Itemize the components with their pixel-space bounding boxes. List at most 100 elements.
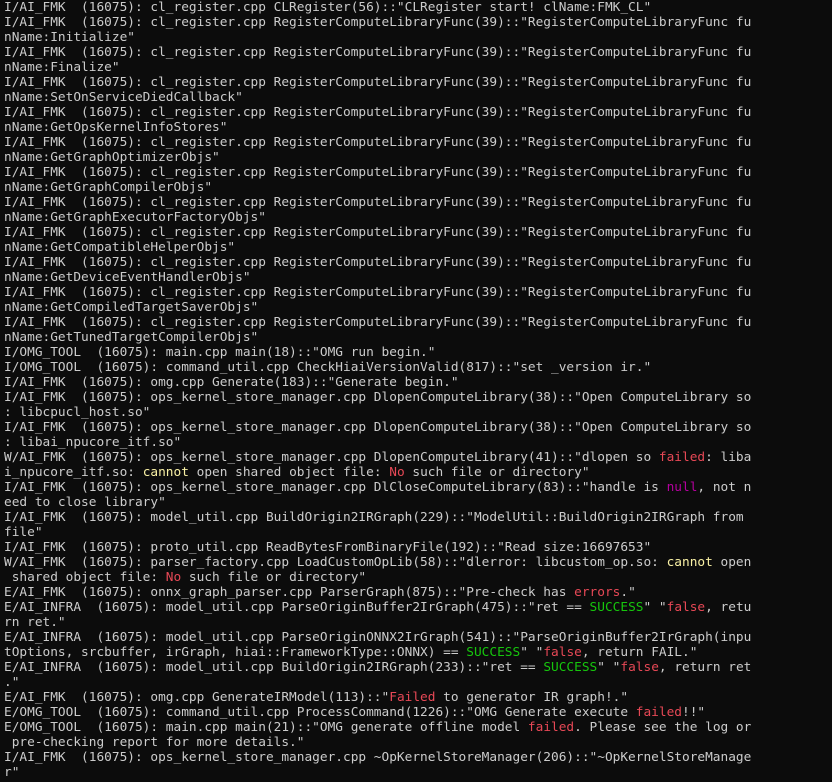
log-text: I/AI_FMK (16075): cl_register.cpp Regist… [4,255,752,270]
log-line: I/AI_FMK (16075): cl_register.cpp Regist… [4,315,832,330]
log-line: I/AI_FMK (16075): cl_register.cpp CLRegi… [4,0,832,15]
log-line: I/AI_FMK (16075): cl_register.cpp Regist… [4,225,832,240]
log-line: : libai_npucore_itf.so" [4,435,832,450]
log-line: nName:Finalize" [4,60,832,75]
log-line: I/AI_FMK (16075): cl_register.cpp Regist… [4,105,832,120]
log-line: W/AI_FMK (16075): parser_factory.cpp Loa… [4,555,832,570]
log-highlight-red: No [389,465,405,480]
log-line: I/AI_FMK (16075): cl_register.cpp Regist… [4,255,832,270]
log-line: E/OMG_TOOL (16075): command_util.cpp Pro… [4,705,832,720]
log-line: E/AI_FMK (16075): omg.cpp GenerateIRMode… [4,690,832,705]
log-text: eed to close library" [4,495,166,510]
log-line: I/AI_FMK (16075): ops_kernel_store_manag… [4,390,832,405]
log-text: I/AI_FMK (16075): cl_register.cpp Regist… [4,315,752,330]
log-text: to generator IR graph!." [435,690,629,705]
log-line: shared object file: No such file or dire… [4,570,832,585]
log-text: r" [4,765,20,780]
log-line: file" [4,525,832,540]
log-line: I/AI_FMK (16075): cl_register.cpp Regist… [4,135,832,150]
log-text: I/AI_FMK (16075): cl_register.cpp Regist… [4,15,752,30]
log-text: E/AI_FMK (16075): omg.cpp GenerateIRMode… [4,690,390,705]
log-text: E/AI_INFRA (16075): model_util.cpp Parse… [4,600,590,615]
log-line: E/AI_INFRA (16075): model_util.cpp Build… [4,660,832,675]
log-highlight-red: Failed [389,690,436,705]
log-text: I/AI_FMK (16075): proto_util.cpp ReadByt… [4,540,652,555]
log-line: I/OMG_TOOL (16075): main.cpp main(18)::"… [4,345,832,360]
log-text: " " [597,660,621,675]
log-text: , return ret [658,660,752,675]
log-line: I/AI_FMK (16075): cl_register.cpp Regist… [4,45,832,60]
log-text: , return FAIL." [581,645,698,660]
log-highlight-green: SUCCESS [466,645,521,660]
log-text: such file or directory" [404,465,590,480]
log-line: : libcpucl_host.so" [4,405,832,420]
log-line: r" [4,765,832,780]
log-line: nName:SetOnServiceDiedCallback" [4,90,832,105]
log-line: I/AI_FMK (16075): model_util.cpp BuildOr… [4,510,832,525]
log-line: I/AI_FMK (16075): cl_register.cpp Regist… [4,165,832,180]
log-text: I/AI_FMK (16075): cl_register.cpp Regist… [4,105,752,120]
log-text: I/AI_FMK (16075): cl_register.cpp Regist… [4,225,752,240]
log-line: I/AI_FMK (16075): omg.cpp Generate(183):… [4,375,832,390]
log-text: nName:GetGraphExecutorFactoryObjs" [4,210,266,225]
log-text: I/AI_FMK (16075): cl_register.cpp Regist… [4,195,752,210]
log-text: I/AI_FMK (16075): ops_kernel_store_manag… [4,390,752,405]
log-line: nName:GetDeviceEventHandlerObjs" [4,270,832,285]
log-line: W/AI_FMK (16075): ops_kernel_store_manag… [4,450,832,465]
log-text: file" [4,525,43,540]
log-highlight-green: SUCCESS [543,660,598,675]
log-line: I/AI_FMK (16075): ops_kernel_store_manag… [4,420,832,435]
log-text: I/AI_FMK (16075): cl_register.cpp Regist… [4,45,752,60]
log-highlight-yellow: cannot [142,465,189,480]
log-text: E/OMG_TOOL (16075): command_util.cpp Pro… [4,705,636,720]
log-line: I/AI_FMK (16075): cl_register.cpp Regist… [4,15,832,30]
log-text: I/AI_FMK (16075): cl_register.cpp Regist… [4,285,752,300]
log-text: I/OMG_TOOL (16075): command_util.cpp Che… [4,360,652,375]
log-line: I/AI_FMK (16075): ops_kernel_store_manag… [4,480,832,495]
log-text: W/AI_FMK (16075): ops_kernel_store_manag… [4,450,659,465]
log-line: i_npucore_itf.so: cannot open shared obj… [4,465,832,480]
log-text: E/AI_INFRA (16075): model_util.cpp Parse… [4,630,752,645]
terminal-output[interactable]: I/AI_FMK (16075): cl_register.cpp CLRegi… [0,0,832,782]
log-line: nName:GetOpsKernelInfoStores" [4,120,832,135]
log-text: , not n [697,480,752,495]
log-highlight-red: false [666,600,706,615]
log-text: I/AI_FMK (16075): cl_register.cpp CLRegi… [4,0,652,15]
log-highlight-red: No [165,570,182,585]
log-line: eed to close library" [4,495,832,510]
log-text: !!" [682,705,706,720]
log-line: nName:GetTunedTargetCompilerObjs" [4,330,832,345]
log-text: I/AI_FMK (16075): cl_register.cpp Regist… [4,135,752,150]
log-text: shared object file: [4,570,166,585]
log-line: nName:GetGraphCompilerObjs" [4,180,832,195]
log-text: nName:SetOnServiceDiedCallback" [4,90,243,105]
log-highlight-red: failed [635,705,682,720]
log-text: " " [520,645,544,660]
log-text: I/AI_FMK (16075): model_util.cpp BuildOr… [4,510,744,525]
log-text: : liba [705,450,752,465]
log-text: I/AI_FMK (16075): ops_kernel_store_manag… [4,420,752,435]
log-line: E/AI_INFRA (16075): model_util.cpp Parse… [4,600,832,615]
log-line: tOptions, srcbuffer, irGraph, hiai::Fram… [4,645,832,660]
log-line: I/AI_FMK (16075): cl_register.cpp Regist… [4,195,832,210]
log-text: such file or directory" [181,570,367,585]
log-line: nName:GetCompiledTargetSaverObjs" [4,300,832,315]
log-line: nName:GetCompatibleHelperObjs" [4,240,832,255]
log-line: I/AI_FMK (16075): cl_register.cpp Regist… [4,75,832,90]
log-line: nName:GetGraphOptimizerObjs" [4,150,832,165]
log-text: open shared object file: [188,465,390,480]
log-text: : libai_npucore_itf.so" [4,435,182,450]
log-text: pre-checking report for more details." [4,735,305,750]
log-line: E/AI_FMK (16075): onnx_graph_parser.cpp … [4,585,832,600]
log-text: I/AI_FMK (16075): ops_kernel_store_manag… [4,750,752,765]
log-line: nName:Initialize" [4,30,832,45]
log-line: ." [4,675,832,690]
log-text: I/OMG_TOOL (16075): main.cpp main(18)::"… [4,345,436,360]
log-highlight-red: failed [658,450,706,465]
log-text: nName:Finalize" [4,60,120,75]
log-text: nName:GetTunedTargetCompilerObjs" [4,330,259,345]
log-text: tOptions, srcbuffer, irGraph, hiai::Fram… [4,645,467,660]
log-highlight-red: failed [527,720,575,735]
log-line: E/OMG_TOOL (16075): main.cpp main(21)::"… [4,720,832,735]
log-text: i_npucore_itf.so: [4,465,143,480]
